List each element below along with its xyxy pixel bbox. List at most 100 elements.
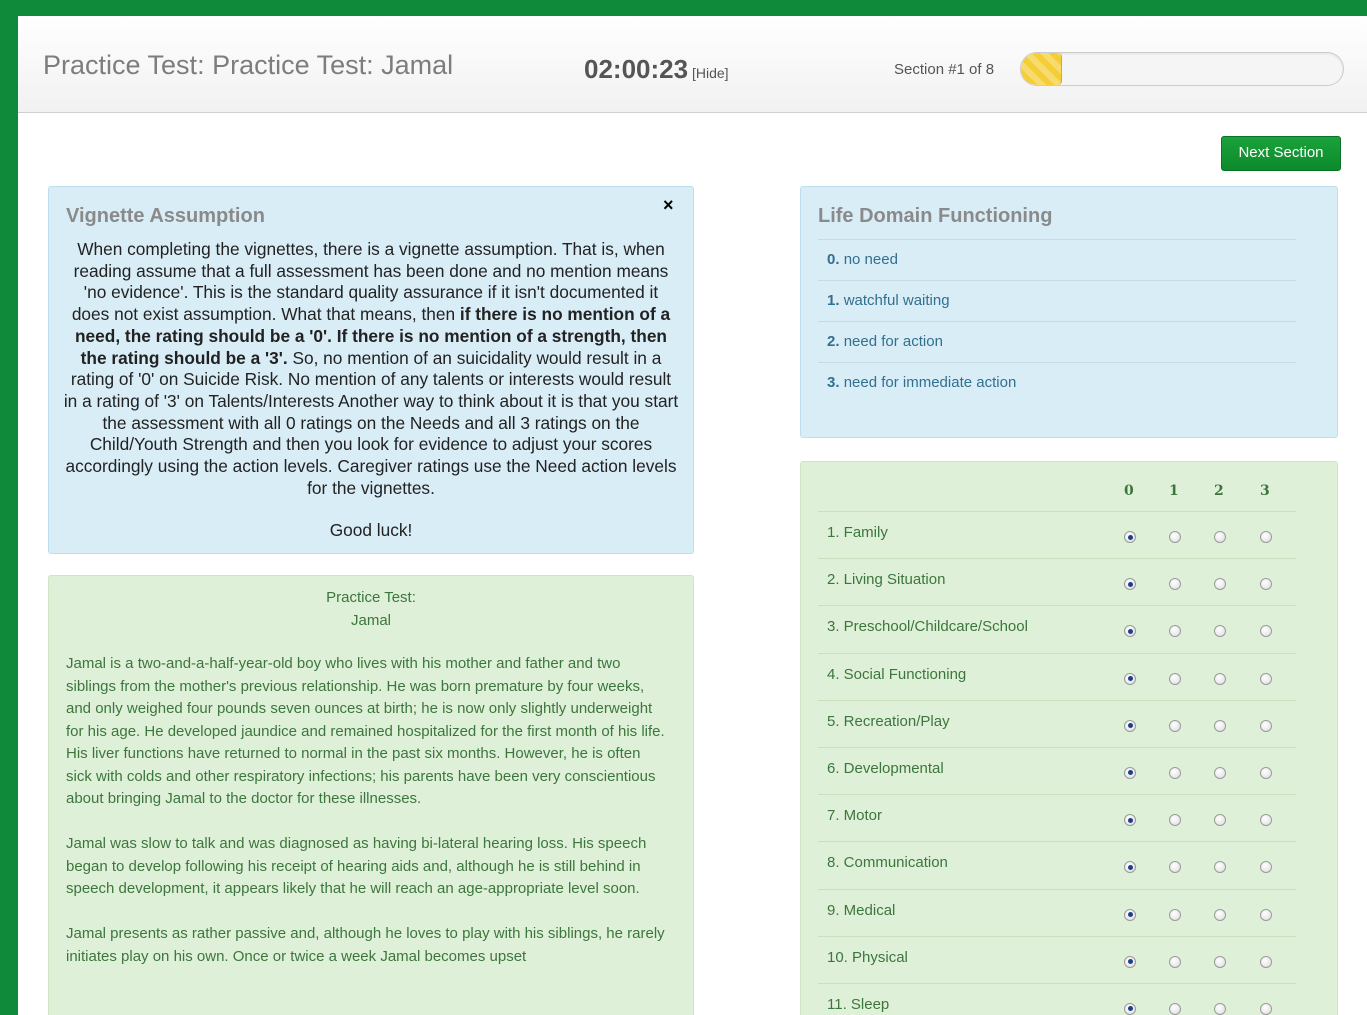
rating-radio-1[interactable] xyxy=(1169,1002,1181,1015)
rating-level-number: 1. xyxy=(827,292,840,309)
rating-radio-3[interactable] xyxy=(1260,719,1272,732)
rating-radio-0[interactable] xyxy=(1124,766,1136,779)
rating-radio-1[interactable] xyxy=(1169,861,1181,874)
countdown-timer: 02:00:23 xyxy=(584,54,689,84)
rating-row: 9. Medical xyxy=(818,888,1296,936)
rating-row: 8. Communication xyxy=(818,841,1296,888)
story-body: Jamal is a two-and-a-half-year-old boy w… xyxy=(66,653,666,991)
vignette-story-panel: Practice Test: Jamal Jamal is a two-and-… xyxy=(48,575,694,1015)
rating-level-item: 0. no need xyxy=(818,239,1296,280)
vignette-text: When completing the vignettes, there is … xyxy=(63,239,679,542)
rating-radio-0[interactable] xyxy=(1124,719,1136,732)
rating-radio-1[interactable] xyxy=(1169,578,1181,591)
rating-level-number: 2. xyxy=(827,333,840,350)
rating-radio-1[interactable] xyxy=(1169,955,1181,968)
rating-radio-2[interactable] xyxy=(1214,955,1226,968)
rating-domain-label: 1. Family xyxy=(827,524,888,541)
rating-domain-label: 11. Sleep xyxy=(827,995,890,1013)
rating-radio-0[interactable] xyxy=(1124,814,1136,827)
rating-level-item: 3. need for immediate action xyxy=(818,362,1296,403)
story-heading-line1: Practice Test: xyxy=(326,589,416,606)
vignette-paragraph: When completing the vignettes, there is … xyxy=(63,239,679,499)
rating-radio-1[interactable] xyxy=(1169,719,1181,732)
rating-domain-label: 3. Preschool/Childcare/School xyxy=(827,618,1028,636)
rating-radio-3[interactable] xyxy=(1260,672,1272,685)
story-paragraph: Jamal presents as rather passive and, al… xyxy=(66,925,665,965)
rating-radio-2[interactable] xyxy=(1214,1002,1226,1015)
rating-row: 4. Social Functioning xyxy=(818,652,1296,700)
rating-row: 2. Living Situation xyxy=(818,558,1296,605)
rating-radio-0[interactable] xyxy=(1124,672,1136,685)
section-indicator: Section #1 of 8 xyxy=(894,61,995,78)
ratings-grid-panel: 0 1 2 3 1. Family 2. Living Situation 3. P… xyxy=(800,461,1338,1015)
rating-radio-0[interactable] xyxy=(1124,578,1136,591)
rating-radio-1[interactable] xyxy=(1169,625,1181,638)
rating-radio-0[interactable] xyxy=(1124,908,1136,921)
rating-radio-3[interactable] xyxy=(1260,766,1272,779)
rating-row: 7. Motor xyxy=(818,794,1296,841)
good-luck-text: Good luck! xyxy=(329,520,413,541)
rating-radio-2[interactable] xyxy=(1214,719,1226,732)
rating-radio-1[interactable] xyxy=(1169,908,1181,921)
rating-level-number: 3. xyxy=(827,374,840,391)
rating-radio-3[interactable] xyxy=(1260,531,1272,543)
test-page: Practice Test: Practice Test: Jamal 02:0… xyxy=(18,16,1367,1015)
rating-level-label: no need xyxy=(843,251,898,268)
window-frame-left xyxy=(0,0,18,1015)
rating-column-header: 3 xyxy=(1260,483,1270,499)
rating-radio-3[interactable] xyxy=(1260,908,1272,921)
rating-rows: 1. Family 2. Living Situation 3. Preschool… xyxy=(818,511,1296,1015)
story-heading: Practice Test: Jamal xyxy=(49,586,693,632)
rating-radio-2[interactable] xyxy=(1214,861,1226,874)
rating-radio-1[interactable] xyxy=(1169,672,1181,685)
rating-levels-list: 0. no need 1. watchful waiting 2. need f… xyxy=(818,239,1296,403)
rating-radio-1[interactable] xyxy=(1169,766,1181,779)
rating-radio-3[interactable] xyxy=(1260,861,1272,874)
rating-radio-0[interactable] xyxy=(1124,955,1136,968)
rating-row: 5. Recreation/Play xyxy=(818,699,1296,747)
rating-radio-1[interactable] xyxy=(1169,531,1181,543)
rating-domain-label: 9. Medical xyxy=(827,901,896,919)
vignette-title: Vignette Assumption xyxy=(66,205,265,227)
window-frame-top xyxy=(0,0,1367,16)
page-title: Practice Test: Practice Test: Jamal xyxy=(43,50,454,80)
rating-radio-1[interactable] xyxy=(1169,814,1181,827)
rating-level-item: 1. watchful waiting xyxy=(818,280,1296,321)
vignette-text-end: So, no mention of an suicidality would r… xyxy=(63,347,679,498)
vignette-assumption-panel: Vignette Assumption × When completing th… xyxy=(48,186,694,554)
rating-domain-label: 8. Communication xyxy=(827,854,948,872)
rating-column-header: 0 xyxy=(1124,483,1134,499)
rating-radio-3[interactable] xyxy=(1260,1002,1272,1015)
rating-radio-2[interactable] xyxy=(1214,766,1226,779)
progress-fill xyxy=(1021,53,1063,85)
rating-radio-2[interactable] xyxy=(1214,672,1226,685)
rating-column-header: 1 xyxy=(1169,483,1179,499)
rating-radio-2[interactable] xyxy=(1214,625,1226,638)
rating-row: 1. Family xyxy=(818,511,1296,558)
rating-radio-2[interactable] xyxy=(1214,908,1226,921)
rating-level-item: 2. need for action xyxy=(818,321,1296,362)
rating-domain-label: 2. Living Situation xyxy=(827,571,946,589)
test-header: Practice Test: Practice Test: Jamal 02:0… xyxy=(18,16,1367,113)
close-icon[interactable]: × xyxy=(663,195,674,216)
rating-radio-3[interactable] xyxy=(1260,955,1272,968)
rating-radio-3[interactable] xyxy=(1260,625,1272,638)
rating-radio-3[interactable] xyxy=(1260,814,1272,827)
rating-level-label: need for immediate action xyxy=(843,374,1017,391)
section-progress-bar xyxy=(1020,52,1344,86)
rating-radio-0[interactable] xyxy=(1124,1002,1136,1015)
rating-radio-0[interactable] xyxy=(1124,531,1136,543)
rating-radio-3[interactable] xyxy=(1260,578,1272,591)
story-paragraph: Jamal is a two-and-a-half-year-old boy w… xyxy=(66,655,665,807)
rating-row: 3. Preschool/Childcare/School xyxy=(818,605,1296,652)
rating-radio-2[interactable] xyxy=(1214,578,1226,591)
rating-radio-0[interactable] xyxy=(1124,625,1136,638)
ldf-title: Life Domain Functioning xyxy=(818,205,1053,227)
rating-domain-label: 7. Motor xyxy=(827,807,883,825)
next-section-button[interactable]: Next Section xyxy=(1221,136,1341,171)
hide-timer-link[interactable]: [Hide] xyxy=(692,65,729,81)
rating-level-label: watchful waiting xyxy=(843,292,950,309)
rating-radio-2[interactable] xyxy=(1214,814,1226,827)
rating-radio-2[interactable] xyxy=(1214,531,1226,543)
rating-radio-0[interactable] xyxy=(1124,861,1136,874)
